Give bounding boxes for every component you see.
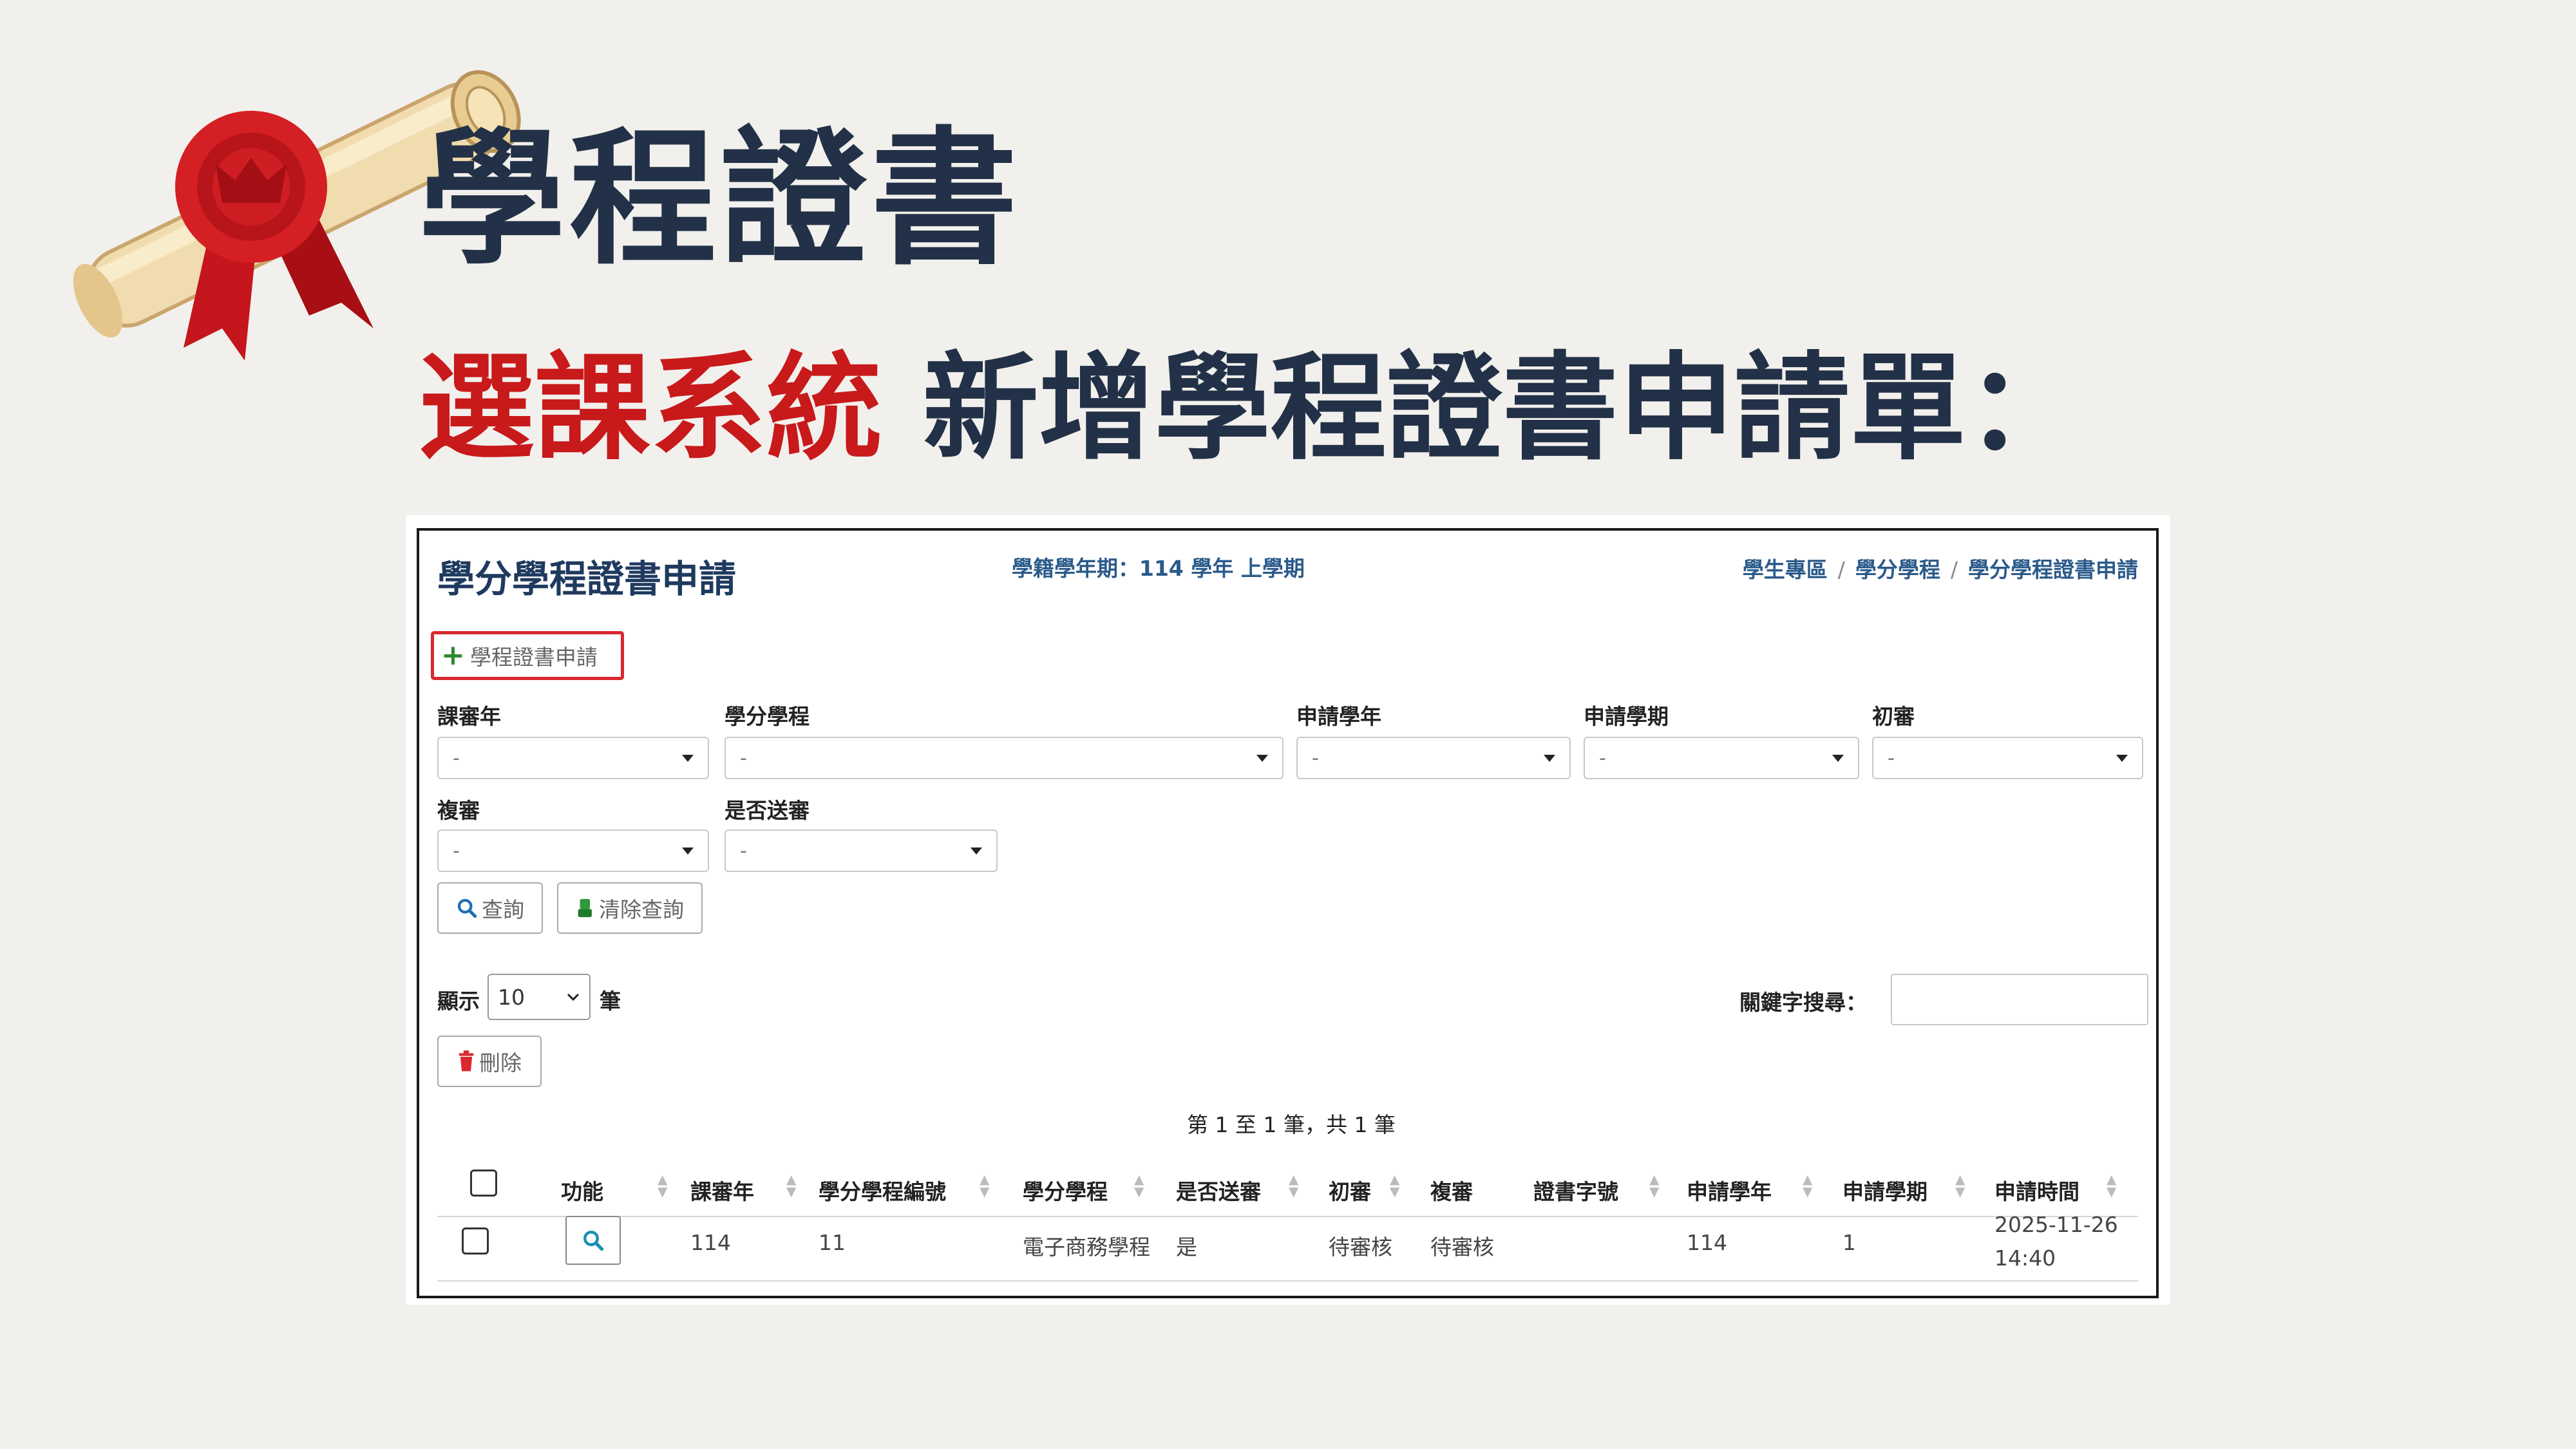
select-all-checkbox[interactable] — [470, 1170, 497, 1197]
keyword-search-input[interactable] — [1891, 974, 2148, 1025]
col-header-program-no[interactable]: 學分學程編號 — [819, 1175, 946, 1206]
caret-down-icon — [1256, 754, 1268, 762]
caret-down-icon — [2116, 754, 2128, 762]
subtitle-rest: 新增學程證書申請單： — [882, 341, 2082, 476]
view-record-button[interactable] — [565, 1216, 621, 1265]
slide-subtitle: 選課系統 新增學程證書申請單： — [419, 351, 2082, 467]
col-header-program[interactable]: 學分學程 — [1023, 1175, 1108, 1206]
subtitle-highlight: 選課系統 — [419, 341, 883, 476]
keyword-search-label: 關鍵字搜尋： — [1739, 990, 1867, 1015]
table-summary: 第 1 至 1 筆，共 1 筆 — [1187, 1112, 1396, 1137]
sort-icon[interactable]: ▲ ▼ — [786, 1173, 796, 1198]
filter-label-apply-term: 申請學期 — [1584, 704, 1669, 729]
table-bottom-divider — [437, 1280, 2138, 1282]
cell-apply-term: 1 — [1842, 1230, 1856, 1255]
cell-program: 電子商務學程 — [1023, 1235, 1150, 1260]
filter-apply-year-select[interactable]: - — [1296, 737, 1571, 779]
filter-second-review-select[interactable]: - — [437, 829, 709, 872]
sort-icon[interactable]: ▲ ▼ — [1803, 1173, 1812, 1198]
breadcrumb-item-program[interactable]: 學分學程 — [1855, 557, 1940, 582]
sort-icon[interactable]: ▲ ▼ — [1649, 1173, 1659, 1198]
filter-label-review-year: 課審年 — [437, 704, 501, 729]
clear-search-label: 清除查詢 — [599, 897, 684, 922]
page-title: 學分學程證書申請 — [437, 557, 737, 601]
filter-label-first-review: 初審 — [1872, 704, 1915, 729]
col-header-first-review[interactable]: 初審 — [1329, 1175, 1371, 1206]
sort-icon[interactable]: ▲ ▼ — [1134, 1173, 1144, 1198]
eraser-icon — [578, 898, 592, 918]
filter-first-review-select[interactable]: - — [1872, 737, 2143, 779]
search-icon — [457, 898, 477, 918]
col-header-apply-year[interactable]: 申請學年 — [1687, 1175, 1772, 1206]
sort-icon[interactable]: ▲ ▼ — [658, 1173, 667, 1198]
sort-icon[interactable]: ▲ ▼ — [2107, 1173, 2116, 1198]
table-header-divider — [437, 1216, 2138, 1217]
breadcrumb: 學生專區 / 學分學程 / 學分學程證書申請 — [1742, 557, 2138, 582]
delete-button[interactable]: 刪除 — [437, 1036, 542, 1087]
filter-review-year-select[interactable]: - — [437, 737, 709, 779]
page-size-select[interactable]: 10 — [488, 974, 591, 1020]
filter-label-second-review: 複審 — [437, 798, 480, 823]
col-header-review-year[interactable]: 課審年 — [690, 1175, 754, 1206]
filter-submitted-select[interactable]: - — [724, 829, 998, 872]
cell-submitted: 是 — [1176, 1235, 1197, 1260]
cell-first-review: 待審核 — [1329, 1235, 1392, 1260]
breadcrumb-item-student[interactable]: 學生專區 — [1743, 557, 1828, 582]
breadcrumb-item-current: 學分學程證書申請 — [1968, 557, 2138, 582]
col-header-apply-term[interactable]: 申請學期 — [1842, 1175, 1927, 1206]
caret-down-icon — [1544, 754, 1555, 762]
caret-down-icon — [682, 754, 694, 762]
col-header-cert-no[interactable]: 證書字號 — [1533, 1175, 1618, 1206]
col-header-apply-time[interactable]: 申請時間 — [1994, 1175, 2079, 1206]
add-certificate-button[interactable]: + 學程證書申請 — [441, 640, 598, 671]
cell-program-no: 11 — [819, 1230, 846, 1255]
add-certificate-label: 學程證書申請 — [469, 645, 598, 670]
col-header-submitted[interactable]: 是否送審 — [1176, 1175, 1261, 1206]
search-icon — [583, 1231, 604, 1251]
caret-down-icon — [1832, 754, 1844, 762]
sort-icon[interactable]: ▲ ▼ — [980, 1173, 989, 1198]
clear-search-button[interactable]: 清除查詢 — [557, 882, 703, 934]
filter-label-apply-year: 申請學年 — [1296, 704, 1381, 729]
filter-label-program: 學分學程 — [724, 704, 810, 729]
show-entries-unit: 筆 — [600, 989, 621, 1014]
plus-icon: + — [441, 639, 465, 672]
filter-apply-term-select[interactable]: - — [1584, 737, 1859, 779]
caret-down-icon — [682, 847, 694, 855]
slide-title: 學程證書 — [419, 113, 1021, 285]
search-button-label: 查詢 — [482, 897, 524, 922]
app-screenshot: 學分學程證書申請 學籍學年期：114 學年 上學期 學生專區 / 學分學程 / 學分學程… — [417, 528, 2159, 1298]
sort-icon[interactable]: ▲ ▼ — [1390, 1173, 1399, 1198]
trash-icon — [459, 1050, 474, 1072]
chevron-down-icon — [567, 993, 580, 1001]
cell-apply-date: 2025-11-26 — [1994, 1212, 2118, 1237]
cell-apply-time: 14:40 — [1994, 1245, 2056, 1271]
show-entries-label: 顯示 — [437, 989, 480, 1014]
delete-button-label: 刪除 — [479, 1050, 522, 1075]
row-checkbox[interactable] — [462, 1227, 489, 1255]
col-header-second-review[interactable]: 複審 — [1430, 1175, 1473, 1206]
search-button[interactable]: 查詢 — [437, 882, 543, 934]
caret-down-icon — [971, 847, 982, 855]
cell-second-review: 待審核 — [1430, 1235, 1494, 1260]
cell-review-year: 114 — [690, 1230, 731, 1255]
filter-program-select[interactable]: - — [724, 737, 1283, 779]
cell-apply-year: 114 — [1687, 1230, 1727, 1255]
sort-icon[interactable]: ▲ ▼ — [1955, 1173, 1965, 1198]
sort-icon[interactable]: ▲ ▼ — [1289, 1173, 1298, 1198]
semester-info: 學籍學年期：114 學年 上學期 — [1012, 556, 1305, 581]
filter-label-submitted: 是否送審 — [724, 798, 810, 823]
col-header-function: 功能 — [561, 1179, 603, 1204]
